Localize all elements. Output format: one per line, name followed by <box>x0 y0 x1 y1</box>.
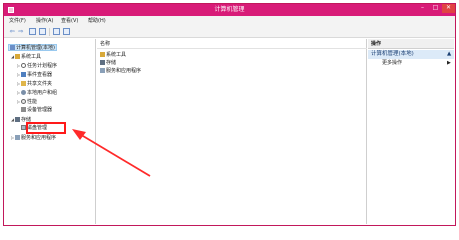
actions-header: 操作 <box>368 39 454 49</box>
minimize-button[interactable]: – <box>416 4 429 13</box>
performance-icon <box>21 99 26 104</box>
tree-item-system-tools[interactable]: ◢ 系统工具 <box>11 53 41 60</box>
clock-icon <box>21 63 26 68</box>
menu-view[interactable]: 查看(V) <box>61 18 78 24</box>
tree-item-shared-folders[interactable]: ▷ 共享文件夹 <box>17 80 52 87</box>
title-bar: 计算机管理 – □ ✕ <box>4 4 455 16</box>
properties-icon[interactable] <box>63 28 70 35</box>
up-level-icon[interactable] <box>29 28 36 35</box>
shared-folder-icon <box>21 81 26 86</box>
help-icon[interactable] <box>53 28 60 35</box>
window-title: 计算机管理 <box>214 6 245 13</box>
menu-help[interactable]: 帮助(H) <box>88 18 106 24</box>
menu-action[interactable]: 操作(A) <box>36 18 53 24</box>
menu-bar: 文件(F) 操作(A) 查看(V) 帮助(H) <box>4 16 455 26</box>
users-icon <box>21 90 26 95</box>
actions-pane: 操作 计算机管理(本地) ▲ 更多操作 ▶ <box>368 39 454 224</box>
storage-icon <box>15 117 20 122</box>
tree-item-services-applications[interactable]: ▷ 服务和应用程序 <box>11 134 56 141</box>
forward-arrow-icon[interactable]: ⇨ <box>17 28 25 36</box>
toolbar-divider <box>49 28 50 36</box>
collapse-up-icon[interactable]: ▲ <box>447 51 451 58</box>
list-item-services-applications[interactable]: 服务和应用程序 <box>100 68 141 75</box>
services-icon <box>15 135 20 140</box>
more-actions-link[interactable]: 更多操作 <box>382 60 402 67</box>
name-column-header[interactable]: 名称 <box>97 39 367 49</box>
content-pane: 名称 系统工具 存储 服务和应用程序 <box>97 39 367 224</box>
back-arrow-icon[interactable]: ⇦ <box>8 28 16 36</box>
storage-icon <box>100 60 105 65</box>
toolbar: ⇦ ⇨ <box>4 26 455 38</box>
computer-icon <box>10 45 15 50</box>
tree-item-local-users-groups[interactable]: ▷ 本地用户和组 <box>17 89 57 96</box>
tree-item-device-manager[interactable]: 设备管理器 <box>21 107 52 114</box>
services-icon <box>100 68 105 73</box>
chevron-right-icon: ▶ <box>447 60 451 66</box>
device-manager-icon <box>21 107 26 112</box>
tree-item-computer-management[interactable]: 计算机管理(本地) <box>8 44 57 51</box>
close-button[interactable]: ✕ <box>442 4 455 13</box>
tree-item-event-viewer[interactable]: ▷ 事件查看器 <box>17 71 52 78</box>
tree-item-task-scheduler[interactable]: ▷ 任务计划程序 <box>17 62 57 69</box>
maximize-button[interactable]: □ <box>429 4 442 13</box>
computer-management-window: 计算机管理 – □ ✕ 文件(F) 操作(A) 查看(V) 帮助(H) ⇦ ⇨ … <box>3 3 456 226</box>
menu-file[interactable]: 文件(F) <box>9 18 26 24</box>
show-hide-tree-icon[interactable] <box>39 28 46 35</box>
event-viewer-icon <box>21 72 26 77</box>
tree-item-performance[interactable]: ▷ 性能 <box>17 98 37 105</box>
tools-icon <box>15 54 20 59</box>
disk-management-highlight-box <box>26 122 66 134</box>
list-item-storage[interactable]: 存储 <box>100 60 116 67</box>
tools-icon <box>100 52 105 57</box>
actions-section-computer-management[interactable]: 计算机管理(本地) ▲ <box>368 50 454 59</box>
list-item-system-tools[interactable]: 系统工具 <box>100 52 126 59</box>
